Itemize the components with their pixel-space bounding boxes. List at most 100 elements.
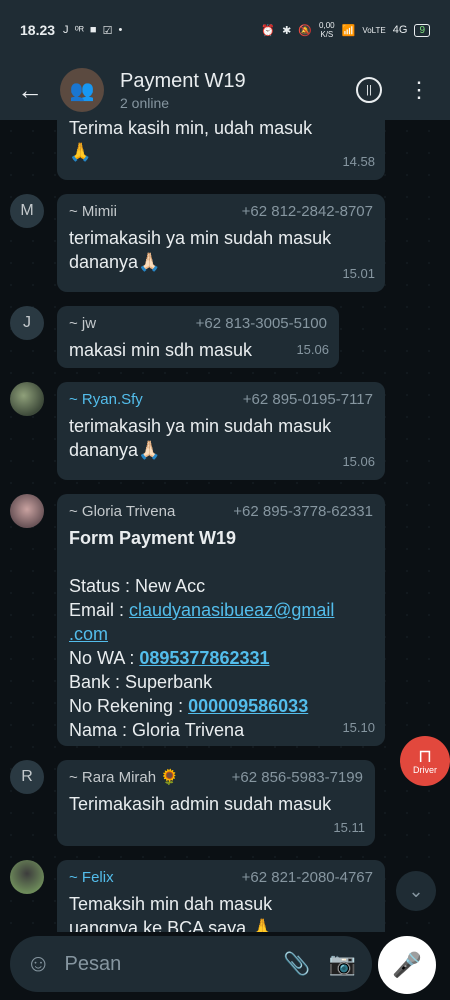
message-text: Temaksih min dah masuk [69, 894, 273, 914]
message-text-line2: dananya🙏🏻 [69, 252, 161, 272]
back-arrow-icon[interactable]: ← [0, 75, 60, 106]
notification-icon-3: ■ [89, 24, 97, 36]
attach-icon[interactable]: 📎 [283, 951, 310, 977]
sender-row: ~ Felix +62 821-2080-4767 [69, 868, 373, 888]
chat-subtitle: 2 online [120, 94, 170, 111]
rekening-label: No Rekening : [69, 696, 189, 716]
phone-link[interactable]: 0895377862331 [139, 648, 269, 668]
email-link-continued[interactable]: .com [69, 624, 108, 644]
sender-phone: +62 812-2842-8707 [241, 203, 373, 220]
scroll-down-icon[interactable]: ⌄ [396, 871, 436, 911]
notification-icons: J ⁰ᴿ ■ ☑ • [63, 24, 122, 37]
message-text: Terima kasih min, udah masuk [69, 120, 313, 138]
sender-row: ~ Mimii +62 812-2842-8707 [69, 202, 373, 222]
avatar[interactable] [10, 494, 44, 528]
sender-name[interactable]: ~ Rara Mirah 🌻 [69, 768, 179, 788]
driver-label: Driver [413, 765, 437, 775]
rekening-line: No Rekening : 000009586033 [69, 694, 373, 718]
avatar[interactable]: M [10, 194, 44, 228]
driver-icon: ⊓ [417, 746, 433, 766]
message-time: 15.01 [342, 266, 375, 281]
notification-icon-4: ☑ [102, 24, 113, 37]
microphone-icon[interactable]: 🎤 [378, 936, 436, 994]
message-text-line2: dananya🙏🏻 [69, 440, 161, 460]
sender-name[interactable]: ~ Felix [69, 868, 114, 888]
net-speed-unit: K/S [320, 30, 334, 39]
avatar[interactable] [10, 860, 44, 894]
message-time: 15.10 [342, 720, 375, 735]
sender-name[interactable]: ~ Gloria Trivena [69, 502, 175, 522]
status-bar: 18.23 J ⁰ᴿ ■ ☑ • ⏰ ✱ 🔕 0,00 K/S 📶 VoLTE … [0, 0, 450, 60]
message-time: 14.58 [342, 154, 375, 169]
message-bubble[interactable]: ~ Rara Mirah 🌻 +62 856-5983-7199 Terimak… [57, 760, 375, 846]
net-speed-value: 0,00 [319, 21, 335, 30]
bank-line: Bank : Superbank [69, 670, 373, 694]
net-speed: 0,00 K/S [319, 21, 335, 39]
sender-name[interactable]: ~ Ryan.Sfy [69, 390, 143, 410]
alarm-icon: ⏰ [261, 24, 276, 37]
nama-line: Nama : Gloria Trivena [69, 718, 373, 742]
sender-phone: +62 856-5983-7199 [231, 769, 363, 786]
camera-icon[interactable]: 📷 [329, 951, 356, 977]
status-line: Status : New Acc [69, 574, 373, 598]
notification-icon-1: J [63, 24, 69, 36]
chat-header: ← 👥 Payment W19 2 online || ⋮ [0, 60, 450, 120]
message-input[interactable]: Pesan [65, 953, 266, 976]
message-bubble[interactable]: ~ Ryan.Sfy +62 895-0195-7117 terimakasih… [57, 382, 385, 480]
message-composer[interactable]: ☺ Pesan 📎 📷 [10, 936, 372, 992]
bank-value: Superbank [125, 672, 213, 692]
battery-icon: 9 [414, 23, 430, 37]
sender-row: ~ jw +62 813-3005-5100 [69, 314, 327, 334]
notification-icon-2: ⁰ᴿ [74, 24, 84, 37]
message-time: 15.06 [296, 342, 329, 357]
more-options-icon[interactable]: ⋮ [408, 77, 430, 103]
sender-name[interactable]: ~ Mimii [69, 202, 117, 222]
group-avatar-icon[interactable]: 👥 [60, 68, 104, 112]
sender-row: ~ Ryan.Sfy +62 895-0195-7117 [69, 390, 373, 410]
wa-label: No WA : [69, 648, 140, 668]
sender-row: ~ Gloria Trivena +62 895-3778-62331 [69, 502, 373, 522]
message-bubble[interactable]: ~ jw +62 813-3005-5100 makasi min sdh ma… [57, 306, 339, 368]
status-time: 18.23 [20, 22, 56, 38]
message-text-line2: uangnya ke BCA saya 🙏 [69, 918, 274, 932]
email-line: Email : claudyanasibueaz@gmail [69, 598, 373, 622]
chat-title: Payment W19 [120, 69, 246, 92]
message-text: terimakasih ya min sudah masuk [69, 416, 332, 436]
message-text: makasi min sdh masuk [69, 340, 253, 360]
signal-label: 4G [392, 24, 408, 36]
message-list[interactable]: Terima kasih min, udah masuk 🙏 14.58 M ~… [0, 120, 450, 932]
message-bubble[interactable]: ~ Mimii +62 812-2842-8707 terimakasih ya… [57, 194, 385, 292]
voice-chat-icon[interactable]: || [356, 77, 382, 103]
message-bubble[interactable]: ~ Gloria Trivena +62 895-3778-62331 Form… [57, 494, 385, 746]
nama-label: Nama : [69, 720, 133, 740]
emoji-sticker-icon[interactable]: ☺ [26, 950, 51, 978]
volte-label: VoLTE [362, 25, 386, 35]
wifi-icon: 📶 [341, 24, 356, 37]
sender-phone: +62 821-2080-4767 [241, 869, 373, 886]
header-actions: || ⋮ [356, 77, 430, 103]
message-bubble[interactable]: ~ Felix +62 821-2080-4767 Temaksih min d… [57, 860, 385, 932]
wa-line: No WA : 0895377862331 [69, 646, 373, 670]
sender-phone: +62 813-3005-5100 [195, 315, 327, 332]
avatar[interactable]: R [10, 760, 44, 794]
sender-phone: +62 895-0195-7117 [242, 391, 373, 408]
avatar[interactable] [10, 382, 44, 416]
mute-icon: 🔕 [298, 24, 313, 37]
form-title: Form Payment W19 [69, 528, 237, 548]
chat-title-block[interactable]: Payment W19 2 online [120, 70, 246, 111]
message-time: 15.11 [333, 820, 365, 835]
email-label: Email : [69, 600, 130, 620]
message-text: Terimakasih admin sudah masuk [69, 794, 332, 814]
sender-phone: +62 895-3778-62331 [233, 503, 373, 520]
sender-row: ~ Rara Mirah 🌻 +62 856-5983-7199 [69, 768, 363, 788]
avatar[interactable]: J [10, 306, 44, 340]
status-value: New Acc [135, 576, 206, 596]
driver-floating-button[interactable]: ⊓ Driver [400, 736, 450, 786]
message-bubble[interactable]: Terima kasih min, udah masuk 🙏 14.58 [57, 120, 385, 180]
notification-icon-5: • [118, 24, 123, 36]
bluetooth-icon: ✱ [282, 24, 292, 37]
rekening-link[interactable]: 000009586033 [188, 696, 308, 716]
email-link[interactable]: claudyanasibueaz@gmail [129, 600, 334, 620]
sender-name[interactable]: ~ jw [69, 314, 96, 334]
